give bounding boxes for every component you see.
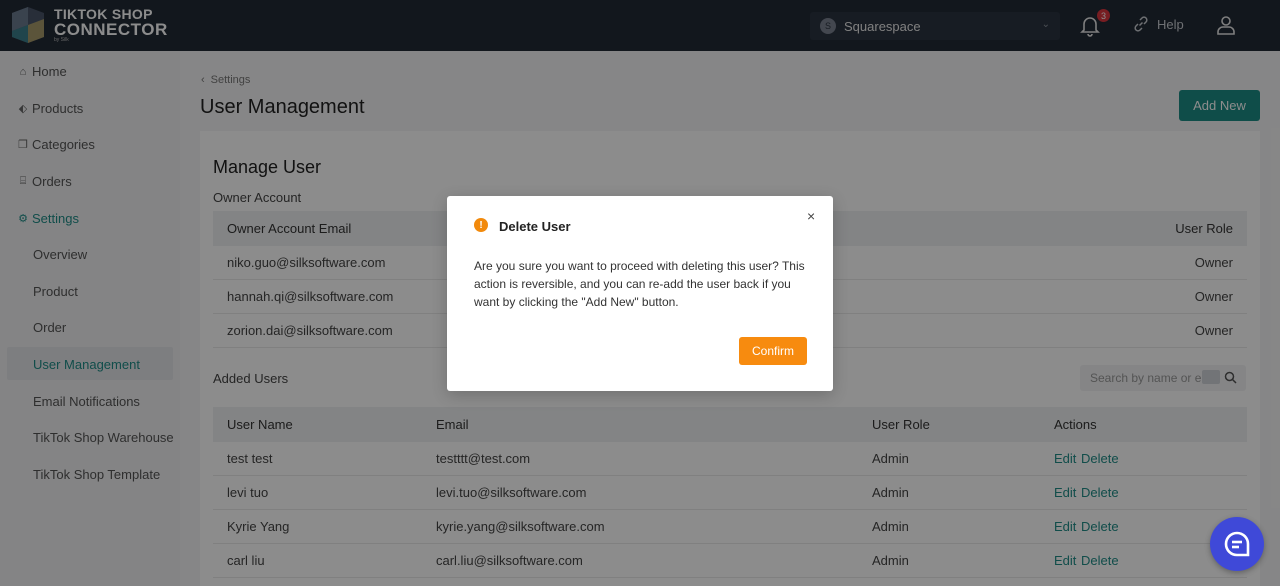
chat-icon	[1224, 531, 1250, 557]
dialog-message: Are you sure you want to proceed with de…	[474, 259, 805, 309]
chat-button[interactable]	[1210, 517, 1264, 571]
delete-user-dialog: ! Delete User × Are you sure you want to…	[447, 196, 833, 391]
warning-icon: !	[474, 218, 488, 232]
close-icon[interactable]: ×	[807, 208, 815, 224]
dialog-title: Delete User	[499, 219, 571, 234]
confirm-button[interactable]: Confirm	[739, 337, 807, 365]
